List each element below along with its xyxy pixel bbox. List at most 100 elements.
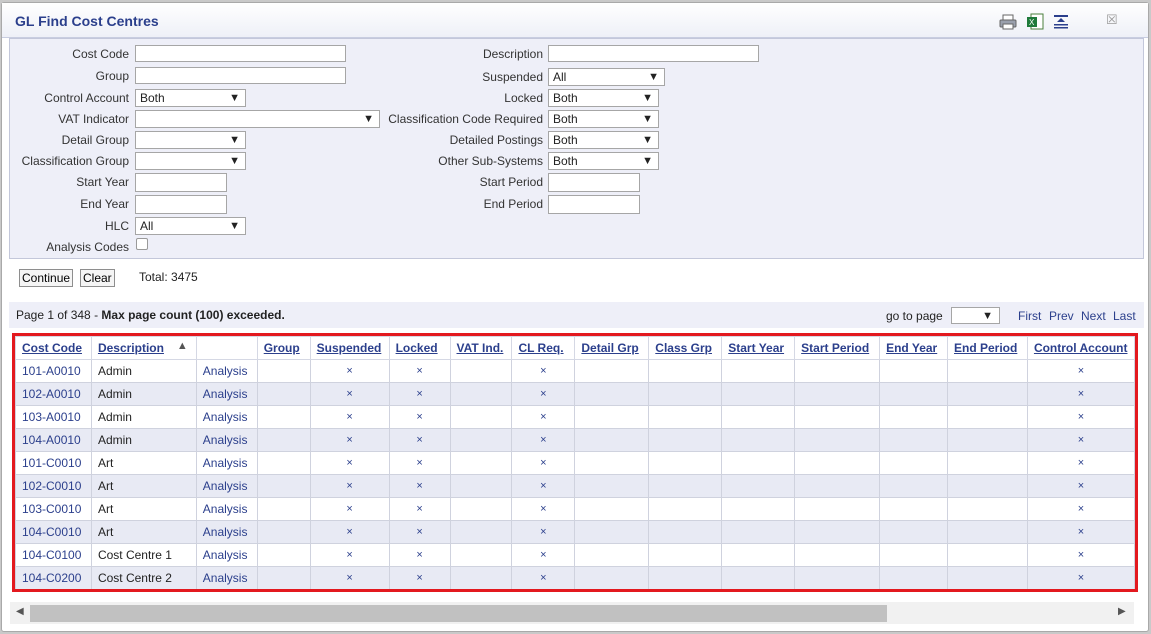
- col-detail-grp-header[interactable]: Detail Grp: [574, 336, 650, 360]
- detailed-postings-select[interactable]: Both ▼: [548, 131, 659, 149]
- col-start-period-header[interactable]: Start Period: [794, 336, 881, 360]
- col-analysis-cell[interactable]: Analysis: [195, 474, 258, 498]
- table-row[interactable]: 103-C0010 Art Analysis × × × ×: [15, 497, 1135, 521]
- col-end-period-cell: [947, 451, 1028, 475]
- vat-indicator-select[interactable]: ▼: [135, 110, 380, 128]
- dropdown-arrow-icon: ▼: [648, 71, 659, 83]
- col-start-year-header[interactable]: Start Year: [721, 336, 796, 360]
- scroll-right-icon[interactable]: ▶: [1118, 606, 1126, 617]
- col-analysis-cell[interactable]: Analysis: [195, 543, 258, 567]
- suspended-select[interactable]: All ▼: [548, 68, 665, 86]
- excel-export-icon[interactable]: X: [1026, 13, 1044, 31]
- locked-select[interactable]: Both ▼: [548, 89, 659, 107]
- table-row[interactable]: 104-C0010 Art Analysis × × × ×: [15, 520, 1135, 544]
- last-page-link[interactable]: Last: [1113, 309, 1136, 323]
- control-account-select[interactable]: Both ▼: [135, 89, 246, 107]
- col-control-account-header[interactable]: Control Account: [1026, 336, 1135, 360]
- cross-icon: ×: [1077, 388, 1085, 400]
- end-period-input[interactable]: [548, 195, 640, 214]
- group-input[interactable]: [135, 67, 346, 84]
- next-page-link[interactable]: Next: [1081, 309, 1106, 323]
- col-analysis-cell[interactable]: Analysis: [195, 520, 258, 544]
- col-end-year-cell: [879, 520, 948, 544]
- analysis-codes-checkbox[interactable]: [136, 238, 148, 250]
- prev-page-link[interactable]: Prev: [1049, 309, 1074, 323]
- col-cost-code-header[interactable]: Cost Code: [15, 336, 92, 360]
- hlc-select[interactable]: All ▼: [135, 217, 246, 235]
- page-info: Page 1 of 348 - Max page count (100) exc…: [16, 308, 285, 322]
- col-vat-ind-cell: [449, 566, 513, 589]
- collapse-panel-icon[interactable]: [1052, 13, 1070, 31]
- col-suspended-header[interactable]: Suspended: [309, 336, 390, 360]
- col-analysis-cell[interactable]: Analysis: [195, 428, 258, 452]
- table-row[interactable]: 102-A0010 Admin Analysis × × × ×: [15, 382, 1135, 406]
- col-end-period-header[interactable]: End Period: [947, 336, 1028, 360]
- col-analysis-cell[interactable]: Analysis: [195, 405, 258, 429]
- sort-ascending-icon[interactable]: ▲: [177, 340, 188, 352]
- col-cost-code-cell[interactable]: 104-A0010: [15, 428, 92, 452]
- start-year-input[interactable]: [135, 173, 227, 192]
- col-cost-code-cell[interactable]: 102-C0010: [15, 474, 92, 498]
- col-analysis-cell[interactable]: Analysis: [195, 451, 258, 475]
- col-cost-code-cell[interactable]: 104-C0100: [15, 543, 92, 567]
- col-vat-ind-cell: [449, 474, 513, 498]
- col-group-header[interactable]: Group: [256, 336, 311, 360]
- scrollbar-thumb[interactable]: [30, 605, 887, 622]
- col-cost-code-cell[interactable]: 101-A0010: [15, 359, 92, 383]
- print-icon[interactable]: [999, 13, 1017, 31]
- table-row[interactable]: 104-A0010 Admin Analysis × × × ×: [15, 428, 1135, 452]
- table-row[interactable]: 102-C0010 Art Analysis × × × ×: [15, 474, 1135, 498]
- horizontal-scrollbar[interactable]: ◀ ▶: [10, 602, 1134, 624]
- col-locked-cell: ×: [388, 543, 451, 567]
- start-period-input[interactable]: [548, 173, 640, 192]
- col-locked-header[interactable]: Locked: [388, 336, 451, 360]
- goto-page-select[interactable]: ▼: [951, 307, 1000, 324]
- col-analysis-cell[interactable]: Analysis: [195, 497, 258, 521]
- description-input[interactable]: [548, 45, 759, 62]
- classification-code-required-select[interactable]: Both ▼: [548, 110, 659, 128]
- clear-button[interactable]: Clear: [80, 269, 115, 287]
- col-vat-ind-cell: [449, 497, 513, 521]
- first-page-link[interactable]: First: [1018, 309, 1041, 323]
- table-row[interactable]: 104-C0200 Cost Centre 2 Analysis × × × ×: [15, 566, 1135, 589]
- col-cost-code-cell[interactable]: 104-C0200: [15, 566, 92, 589]
- col-analysis-cell[interactable]: Analysis: [195, 359, 258, 383]
- other-sub-systems-select[interactable]: Both ▼: [548, 152, 659, 170]
- col-start-year-cell: [721, 405, 796, 429]
- col-cost-code-cell[interactable]: 104-C0010: [15, 520, 92, 544]
- col-cl-req-cell: ×: [511, 566, 576, 589]
- col-vat-ind-header[interactable]: VAT Ind.: [449, 336, 513, 360]
- col-cost-code-cell[interactable]: 103-A0010: [15, 405, 92, 429]
- detail-group-select[interactable]: ▼: [135, 131, 246, 149]
- col-analysis-cell[interactable]: Analysis: [195, 382, 258, 406]
- continue-button[interactable]: Continue: [19, 269, 74, 287]
- col-analysis-cell[interactable]: Analysis: [195, 566, 258, 589]
- col-end-period-cell: [947, 405, 1028, 429]
- col-cost-code-cell[interactable]: 102-A0010: [15, 382, 92, 406]
- col-vat-ind-cell: [449, 451, 513, 475]
- cross-icon: ×: [416, 549, 423, 561]
- col-group-cell: [256, 359, 311, 383]
- suspended-label: Suspended: [482, 70, 543, 84]
- col-description-cell: Art: [90, 497, 197, 521]
- scroll-left-icon[interactable]: ◀: [16, 606, 24, 617]
- col-cost-code-cell[interactable]: 101-C0010: [15, 451, 92, 475]
- table-row[interactable]: 101-C0010 Art Analysis × × × ×: [15, 451, 1135, 475]
- col-class-grp-header[interactable]: Class Grp: [648, 336, 723, 360]
- table-row[interactable]: 101-A0010 Admin Analysis × × × ×: [15, 359, 1135, 383]
- col-description-cell: Admin: [90, 405, 197, 429]
- col-end-year-header[interactable]: End Year: [879, 336, 948, 360]
- close-icon[interactable]: ☒: [1106, 12, 1118, 28]
- dropdown-arrow-icon: ▼: [642, 92, 653, 104]
- table-row[interactable]: 104-C0100 Cost Centre 1 Analysis × × × ×: [15, 543, 1135, 567]
- cost-code-input[interactable]: [135, 45, 346, 62]
- classification-group-select[interactable]: ▼: [135, 152, 246, 170]
- col-cost-code-cell[interactable]: 103-C0010: [15, 497, 92, 521]
- cross-icon: ×: [346, 457, 353, 469]
- end-year-input[interactable]: [135, 195, 227, 214]
- col-cl-req-header[interactable]: CL Req.: [511, 336, 576, 360]
- end-period-label: End Period: [483, 197, 543, 211]
- col-description-header[interactable]: Description ▲: [90, 336, 197, 360]
- dropdown-arrow-icon: ▼: [642, 155, 653, 167]
- table-row[interactable]: 103-A0010 Admin Analysis × × × ×: [15, 405, 1135, 429]
